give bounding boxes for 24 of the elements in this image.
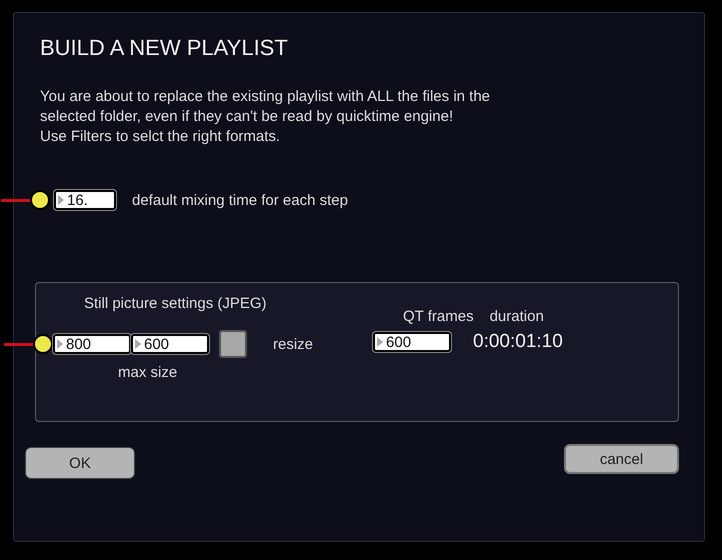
duration-value: 0:00:01:10	[473, 331, 563, 353]
patch-cord	[1, 198, 31, 202]
patch-cord	[4, 342, 34, 346]
mixing-time-label: default mixing time for each step	[132, 192, 348, 208]
mixing-time-field[interactable]: 16.	[54, 190, 116, 210]
triangle-icon	[57, 339, 63, 349]
width-field[interactable]: 800	[53, 334, 131, 354]
resize-toggle[interactable]	[219, 330, 247, 358]
max-size-label: max size	[118, 364, 178, 381]
triangle-icon	[377, 337, 384, 347]
height-field[interactable]: 600	[131, 334, 209, 354]
ok-button[interactable]: OK	[25, 447, 135, 479]
inlet-dot[interactable]	[33, 334, 53, 354]
group-title: Still picture settings (JPEG)	[84, 295, 268, 312]
resize-label: resize	[273, 336, 314, 352]
duration-label: duration	[490, 308, 544, 325]
dialog-title: BUILD A NEW PLAYLIST	[40, 35, 289, 61]
message-text: You are about to replace the existing playlist with ALL the files in the selected folder, even if they can't be read by quicktime engine! Use Filters to selct the right formats.	[40, 87, 492, 147]
inlet-dot[interactable]	[30, 190, 50, 210]
qt-frames-label: QT frames	[403, 308, 474, 325]
qt-frames-field[interactable]: 600	[373, 332, 452, 352]
triangle-icon	[135, 339, 141, 349]
triangle-icon	[58, 195, 64, 205]
cancel-button[interactable]: cancel	[564, 444, 679, 474]
